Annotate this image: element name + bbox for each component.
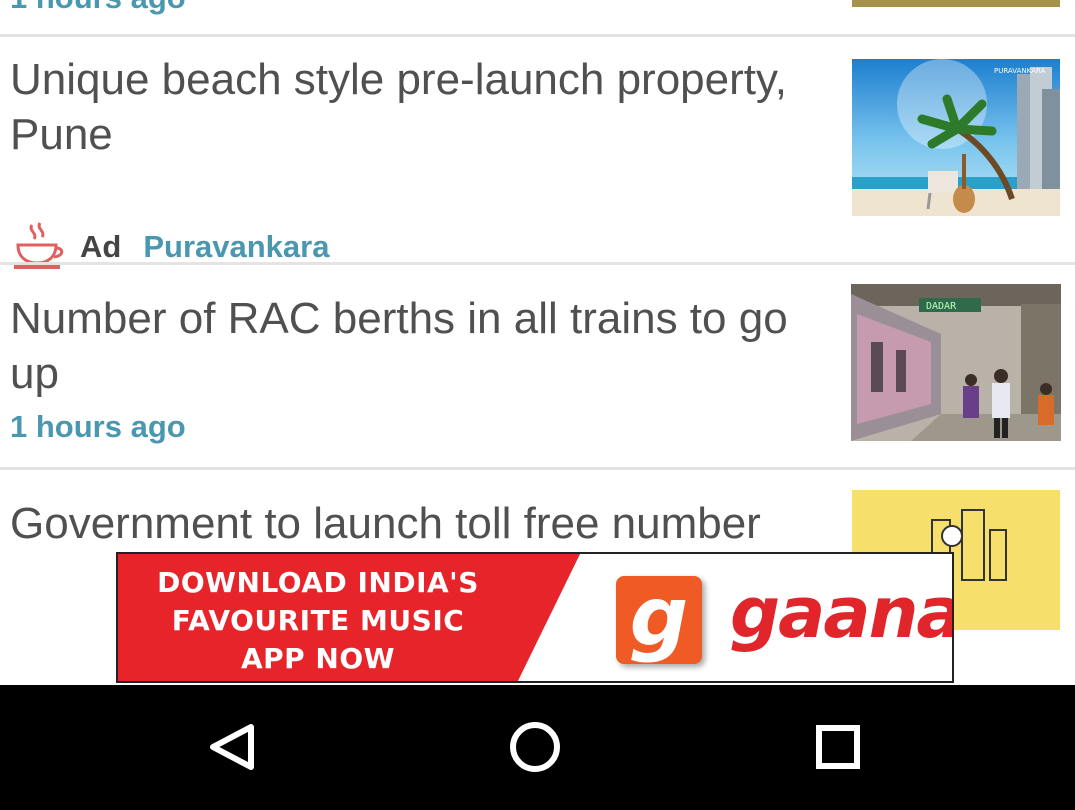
back-icon (210, 724, 254, 770)
thumb-caption: PURAVANKARA (994, 67, 1045, 75)
banner-line-1: DOWNLOAD INDIA'S (157, 566, 479, 599)
navigation-bar (0, 685, 1075, 810)
item-title: Unique beach style pre-launch property, … (10, 55, 787, 159)
gaana-banner-ad[interactable]: DOWNLOAD INDIA'S FAVOURITE MUSIC APP NOW… (116, 552, 954, 683)
item-title: Government to launch toll free number (10, 499, 761, 548)
recents-button[interactable] (793, 707, 883, 787)
item-timestamp: 1 hours ago (10, 409, 186, 444)
list-item[interactable]: Number of RAC berths in all trains to go… (0, 265, 1075, 467)
thumbnail-beach: PURAVANKARA (852, 59, 1060, 216)
gaana-wordmark: gaana (730, 572, 954, 654)
ad-tag: Ad (80, 229, 122, 264)
back-button[interactable] (187, 707, 277, 787)
banner-line-3: APP NOW (240, 642, 396, 675)
home-button[interactable] (490, 707, 580, 787)
recents-icon (816, 725, 860, 769)
item-title: Number of RAC berths in all trains to go… (10, 294, 788, 398)
gaana-logo-icon: g (616, 570, 702, 665)
thumbnail (852, 0, 1060, 7)
list-item[interactable]: 1 hours ago (0, 0, 1075, 36)
thumb-caption: DADAR (926, 301, 957, 312)
ad-source-link[interactable]: Puravankara (143, 229, 329, 265)
list-item-ad[interactable]: Unique beach style pre-launch property, … (0, 37, 1075, 269)
item-timestamp: 1 hours ago (10, 0, 186, 16)
home-icon (510, 722, 560, 772)
banner-line-2: FAVOURITE MUSIC (171, 604, 465, 637)
thumbnail-train: DADAR (851, 284, 1061, 441)
gaana-logo-letter: g (629, 570, 689, 665)
